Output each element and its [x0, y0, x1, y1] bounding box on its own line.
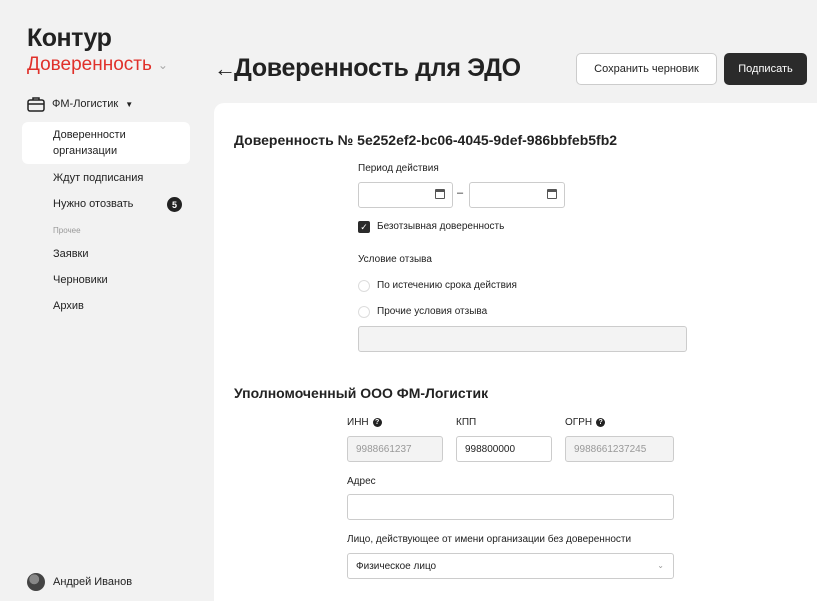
period-start-date-input[interactable]	[358, 182, 453, 208]
avatar	[27, 573, 45, 591]
authorized-section-title: Уполномоченный ООО ФМ-Логистик	[234, 385, 489, 401]
help-icon[interactable]: ?	[596, 417, 606, 427]
product-name: Доверенность	[27, 54, 152, 75]
page-title: Доверенность для ЭДО	[234, 54, 521, 82]
sign-button[interactable]: Подписать	[724, 53, 807, 85]
revocation-option-expiry-label: По истечению срока действия	[377, 280, 517, 291]
revocation-conditions-textarea[interactable]	[358, 326, 687, 352]
page-header: ← Доверенность для ЭДО Сохранить чернови…	[214, 52, 817, 88]
sidebar-nav: Доверенности организации Ждут подписания…	[22, 122, 190, 319]
ogrn-label-text: ОГРН	[565, 417, 593, 428]
inn-label: ИНН?	[347, 417, 382, 428]
save-draft-button[interactable]: Сохранить черновик	[576, 53, 717, 85]
address-label: Адрес	[347, 476, 376, 487]
ogrn-field[interactable]: 9988661237245	[565, 436, 674, 462]
address-field[interactable]	[347, 494, 674, 520]
sidebar-item-org-poa[interactable]: Доверенности организации	[22, 122, 190, 164]
sidebar-item-label: Ждут подписания	[53, 172, 144, 184]
kpp-field[interactable]: 998800000	[456, 436, 552, 462]
period-end-date-input[interactable]	[469, 182, 565, 208]
calendar-icon[interactable]	[547, 189, 557, 199]
org-switcher[interactable]: ФМ-Логистик ▼	[27, 96, 133, 112]
sidebar-item-to-revoke[interactable]: Нужно отозвать 5	[22, 191, 190, 217]
count-badge: 5	[167, 197, 182, 212]
document-number: Доверенность № 5e252ef2-bc06-4045-9def-9…	[234, 132, 618, 148]
back-arrow-icon[interactable]: ←	[214, 56, 236, 82]
sidebar-item-label: Заявки	[53, 248, 89, 260]
inn-label-text: ИНН	[347, 417, 369, 428]
person-label: Лицо, действующее от имени организации б…	[347, 534, 632, 545]
product-switcher[interactable]: Доверенность ⌄	[27, 54, 168, 76]
user-name: Андрей Иванов	[53, 576, 133, 588]
sidebar-item-label: Нужно отозвать	[53, 198, 134, 210]
sidebar: Контур Доверенность ⌄ ФМ-Логистик ▼ Дове…	[0, 0, 200, 601]
person-select-value: Физическое лицо	[356, 560, 437, 572]
sidebar-section-other: Прочее	[53, 225, 81, 235]
help-icon[interactable]: ?	[372, 417, 382, 427]
chevron-down-icon: ⌄	[157, 58, 168, 72]
ogrn-label: ОГРН?	[565, 417, 606, 428]
revocation-option-other-label: Прочие условия отзыва	[377, 306, 488, 317]
briefcase-icon	[27, 97, 45, 112]
period-label: Период действия	[358, 163, 439, 174]
chevron-down-icon: ⌄	[657, 561, 664, 570]
inn-field[interactable]: 9988661237	[347, 436, 443, 462]
sidebar-item-archive[interactable]: Архив	[22, 293, 190, 319]
revocation-condition-label: Условие отзыва	[358, 254, 432, 265]
sidebar-item-label: Доверенности организации	[53, 129, 126, 157]
calendar-icon[interactable]	[435, 189, 445, 199]
org-name: ФМ-Логистик	[52, 98, 119, 110]
brand-logo[interactable]: Контур	[27, 24, 112, 53]
sidebar-item-label: Архив	[53, 300, 84, 312]
revocation-option-other-radio[interactable]	[358, 306, 370, 318]
kpp-label: КПП	[456, 417, 477, 428]
sidebar-item-awaiting-signature[interactable]: Ждут подписания	[22, 165, 190, 191]
sidebar-item-label: Черновики	[53, 274, 108, 286]
period-dash: –	[457, 187, 464, 199]
chevron-down-icon: ▼	[125, 99, 134, 109]
sidebar-item-drafts[interactable]: Черновики	[22, 267, 190, 293]
revocation-option-expiry-radio[interactable]	[358, 280, 370, 292]
user-menu[interactable]: Андрей Иванов	[27, 573, 132, 591]
person-select[interactable]: Физическое лицо ⌄	[347, 553, 674, 579]
irrevocable-label: Безотзывная доверенность	[377, 221, 505, 232]
irrevocable-checkbox[interactable]: ✓	[358, 221, 370, 233]
sidebar-item-requests[interactable]: Заявки	[22, 241, 190, 267]
form-card: Доверенность № 5e252ef2-bc06-4045-9def-9…	[214, 103, 817, 601]
